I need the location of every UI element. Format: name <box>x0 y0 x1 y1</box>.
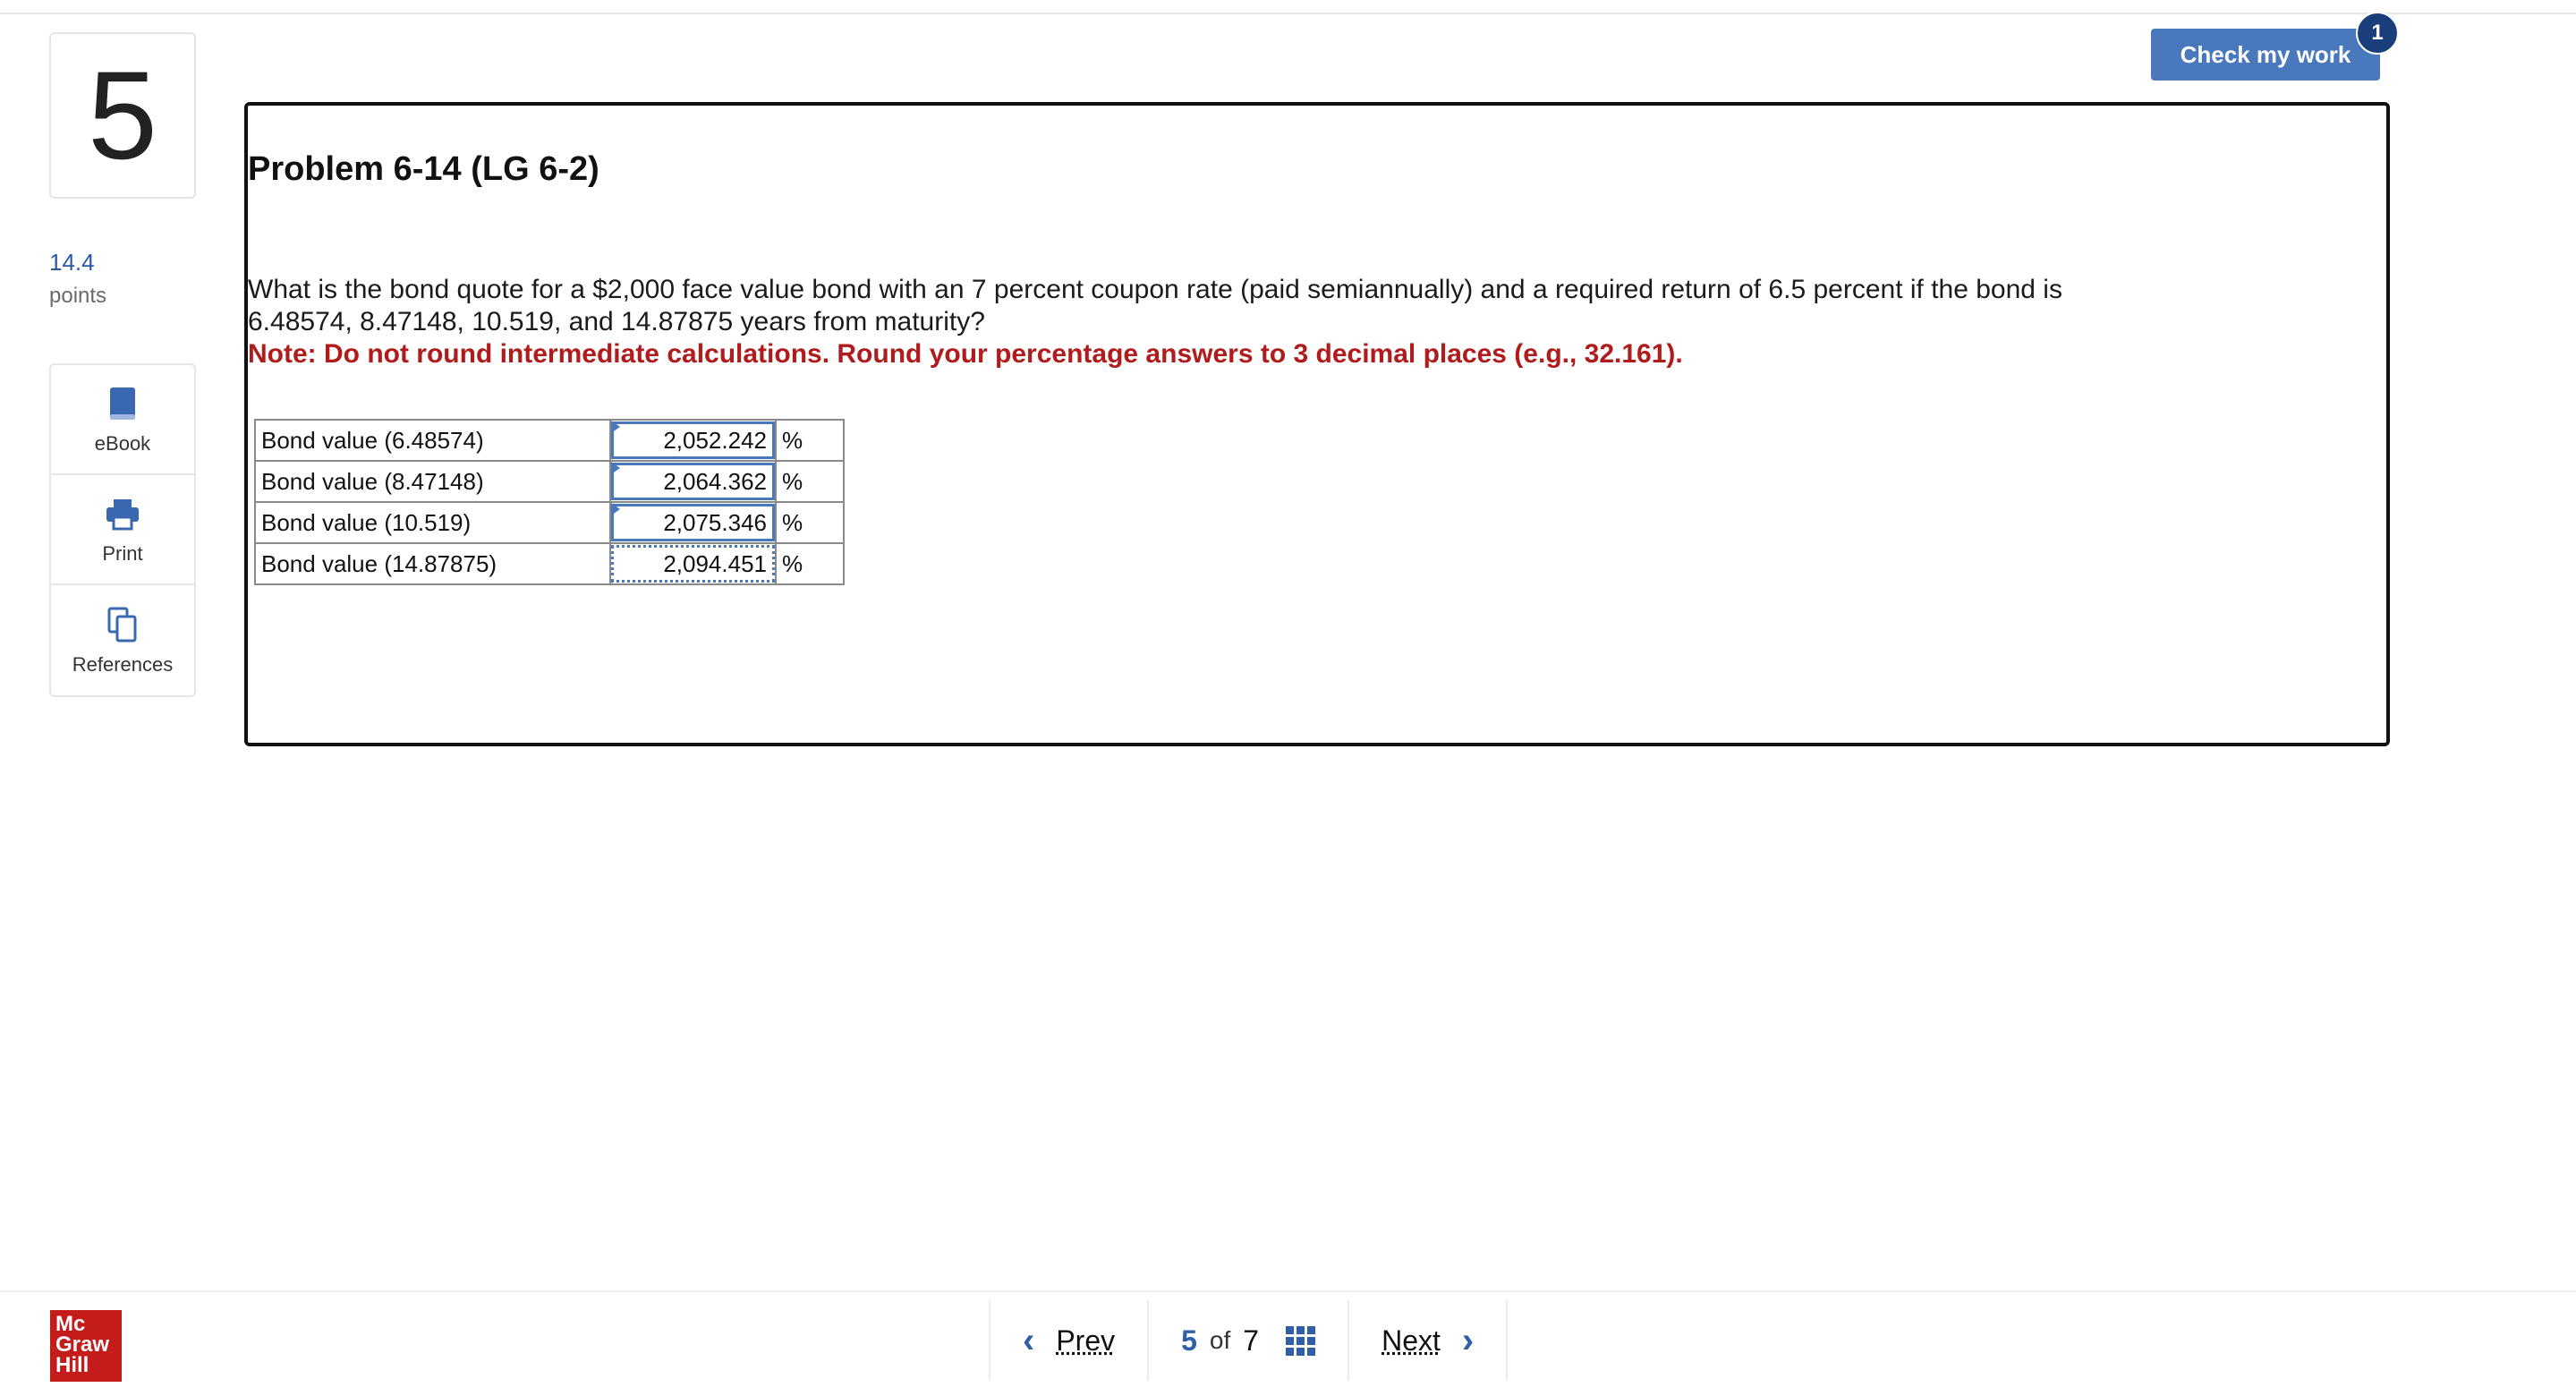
prev-label: Prev <box>1056 1324 1116 1357</box>
references-button[interactable]: References <box>51 585 194 695</box>
flag-icon <box>611 503 620 515</box>
points-label: points <box>49 284 107 308</box>
copy-icon <box>107 607 137 642</box>
chevron-left-icon: ‹ <box>1023 1320 1035 1360</box>
unit-label: % <box>775 460 845 503</box>
table-row: Bond value (6.48574) % <box>254 419 845 462</box>
top-divider <box>0 13 2576 14</box>
problem-text: What is the bond quote for a $2,000 face… <box>248 275 2062 336</box>
mcgraw-hill-logo: Mc Graw Hill <box>50 1310 122 1382</box>
references-label: References <box>72 652 174 676</box>
row-label: Bond value (6.48574) <box>254 419 611 462</box>
question-number: 5 <box>49 32 196 199</box>
answer-input-3[interactable] <box>611 504 775 541</box>
next-label: Next <box>1382 1324 1441 1357</box>
of-label: of <box>1209 1326 1231 1354</box>
table-row: Bond value (8.47148) % <box>254 460 845 503</box>
current-page: 5 <box>1181 1324 1197 1357</box>
unit-label: % <box>775 419 845 462</box>
pagination: ‹ Prev 5 of 7 Next › <box>989 1300 1509 1381</box>
answer-table: Bond value (6.48574) % Bond value (8.471… <box>254 419 845 585</box>
next-button[interactable]: Next › <box>1348 1300 1509 1381</box>
row-label: Bond value (14.87875) <box>254 542 611 585</box>
footer-divider <box>0 1290 2576 1292</box>
table-row: Bond value (14.87875) % <box>254 542 845 585</box>
attempt-badge: 1 <box>2356 12 2399 55</box>
problem-panel: Problem 6-14 (LG 6-2) What is the bond q… <box>244 102 2390 746</box>
tool-panel: eBook Print References <box>49 363 196 697</box>
question-map-button[interactable]: 5 of 7 <box>1147 1300 1348 1381</box>
row-label: Bond value (10.519) <box>254 501 611 544</box>
answer-input-4[interactable] <box>611 545 775 583</box>
ebook-label: eBook <box>94 431 151 455</box>
flag-icon <box>611 462 620 474</box>
flag-icon <box>611 421 620 433</box>
table-row: Bond value (10.519) % <box>254 501 845 544</box>
printer-icon <box>106 498 139 530</box>
unit-label: % <box>775 542 845 585</box>
row-label: Bond value (8.47148) <box>254 460 611 503</box>
answer-input-2[interactable] <box>611 463 775 500</box>
ebook-button[interactable]: eBook <box>51 365 194 475</box>
chevron-right-icon: › <box>1461 1320 1475 1360</box>
check-my-work-button[interactable]: Check my work <box>2151 29 2380 81</box>
prev-button[interactable]: ‹ Prev <box>989 1300 1147 1381</box>
problem-note: Note: Do not round intermediate calculat… <box>248 339 1683 369</box>
problem-title: Problem 6-14 (LG 6-2) <box>248 150 599 188</box>
grid-icon <box>1286 1325 1316 1356</box>
print-label: Print <box>102 541 143 565</box>
book-icon <box>110 387 135 420</box>
total-pages: 7 <box>1243 1324 1260 1357</box>
unit-label: % <box>775 501 845 544</box>
answer-input-1[interactable] <box>611 421 775 459</box>
print-button[interactable]: Print <box>51 475 194 585</box>
points-value: 14.4 <box>49 249 95 276</box>
points-display: 14.4 points <box>49 249 106 309</box>
